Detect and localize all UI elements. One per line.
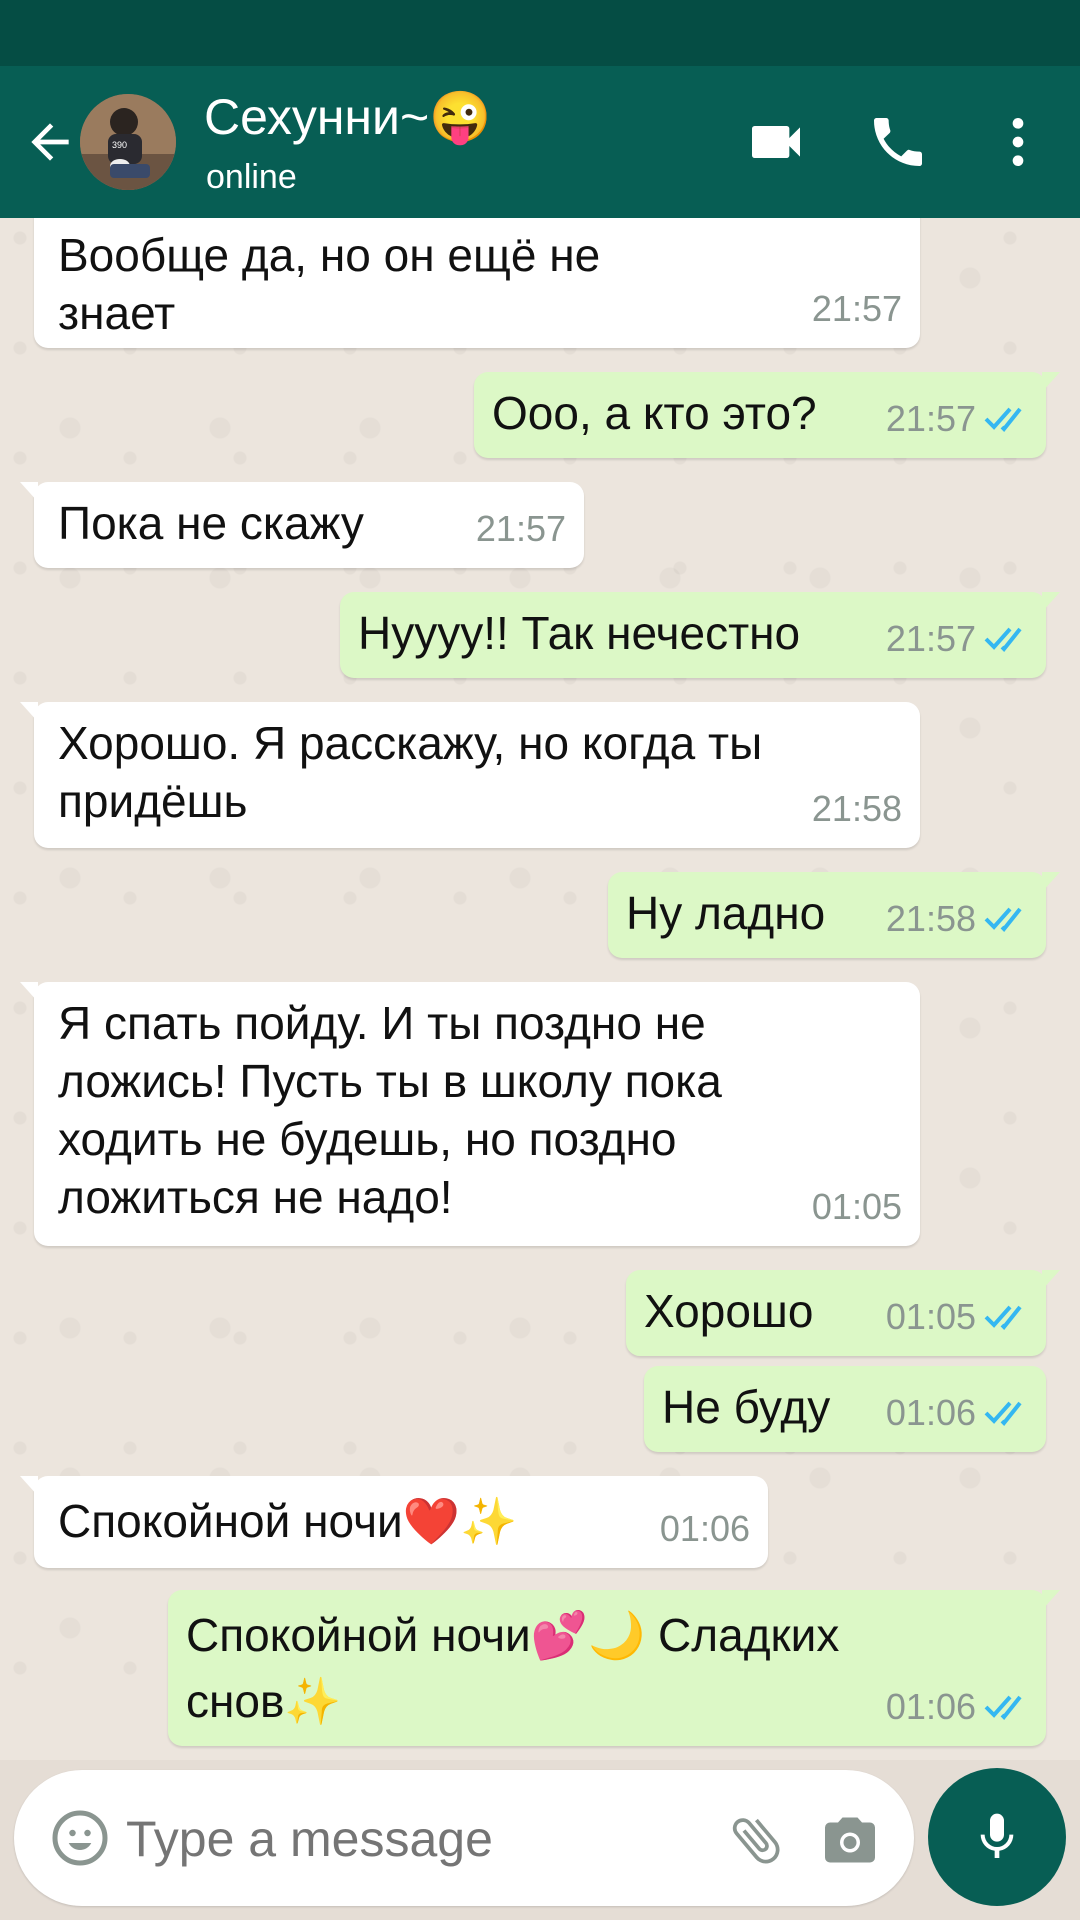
message-composer[interactable] (14, 1770, 914, 1906)
bubble-tail (1042, 872, 1060, 892)
message-time: 21:57 (811, 288, 902, 329)
attach-icon[interactable] (726, 1810, 786, 1870)
message-text: Хорошо. Я расскажу, но когда ты придёшь (58, 717, 763, 827)
more-vert-icon[interactable] (986, 110, 1050, 174)
message-meta: 21:57 (886, 610, 1028, 668)
message-list[interactable]: Вообще да, но он ещё не знает 21:57 Ооо,… (0, 218, 1080, 1760)
message-meta: 01:06 (886, 1384, 1028, 1442)
emoji-icon[interactable] (50, 1808, 110, 1868)
bubble-tail (1042, 372, 1060, 392)
message-text: Я спать пойду. И ты поздно не ложись! Пу… (58, 997, 722, 1223)
message-text: Ооо, а кто это? (492, 387, 817, 439)
message-text: Не буду (662, 1381, 831, 1433)
message-time: 01:06 (885, 1686, 976, 1727)
double-tick-icon (984, 1401, 1022, 1426)
avatar-photo: 390 (80, 94, 176, 190)
message-incoming[interactable]: Пока не скажу 21:57 (20, 482, 584, 568)
message-input[interactable] (124, 1800, 688, 1878)
message-outgoing[interactable]: Спокойной ночи💕🌙 Сладких снов✨ 01:06 (168, 1590, 1060, 1746)
bubble-tail (20, 1476, 38, 1496)
message-text: Пока не скажу (58, 497, 364, 549)
message-incoming[interactable]: Хорошо. Я расскажу, но когда ты придёшь … (20, 702, 920, 848)
message-meta: 01:06 (886, 1678, 1028, 1736)
message-meta: 21:58 (886, 890, 1028, 948)
avatar[interactable]: 390 (80, 94, 176, 190)
message-time: 21:57 (885, 398, 976, 439)
message-time: 01:06 (885, 1392, 976, 1433)
mic-icon (980, 1813, 1014, 1858)
mic-button[interactable] (928, 1768, 1066, 1906)
phone-icon[interactable] (866, 110, 930, 174)
message-text: Хорошо (644, 1285, 814, 1337)
bubble-tail (1042, 1270, 1060, 1290)
message-time: 21:57 (885, 618, 976, 659)
message-meta: 01:05 (812, 1178, 902, 1236)
message-meta: 21:57 (886, 390, 1028, 448)
double-tick-icon (984, 1695, 1022, 1720)
message-meta: 21:58 (812, 780, 902, 838)
message-incoming[interactable]: Вообще да, но он ещё не знает 21:57 (34, 218, 920, 348)
double-tick-icon (984, 1305, 1022, 1330)
message-time: 21:57 (475, 508, 566, 549)
message-text: Нуууу!! Так нечестно (358, 607, 801, 659)
avatar-shirt-text: 390 (112, 140, 127, 150)
message-meta: 21:57 (476, 500, 566, 558)
status-bar (0, 0, 1080, 66)
contact-name[interactable]: Сехунни~😜 (204, 88, 491, 147)
message-text: Спокойной ночи💕🌙 Сладких снов✨ (186, 1609, 840, 1727)
message-text: Спокойной ночи❤️✨ (58, 1495, 518, 1547)
message-meta: 01:06 (660, 1500, 750, 1558)
message-meta: 01:05 (886, 1288, 1028, 1346)
message-time: 01:06 (659, 1508, 750, 1549)
bubble-tail (20, 702, 38, 722)
message-time: 01:05 (811, 1186, 902, 1227)
chat-header: 390 Сехунни~😜 online (0, 66, 1080, 218)
message-text: Ну ладно (626, 887, 826, 939)
message-outgoing[interactable]: Хорошо 01:05 (626, 1270, 1060, 1356)
double-tick-icon (984, 907, 1022, 932)
message-time: 21:58 (811, 788, 902, 829)
message-incoming[interactable]: Я спать пойду. И ты поздно не ложись! Пу… (20, 982, 920, 1246)
video-call-icon[interactable] (744, 110, 808, 174)
double-tick-icon (984, 407, 1022, 432)
message-incoming[interactable]: Спокойной ночи❤️✨ 01:06 (20, 1476, 768, 1568)
message-text: Вообще да, но он ещё не знает (58, 229, 601, 339)
message-time: 21:58 (885, 898, 976, 939)
double-tick-icon (984, 627, 1022, 652)
bubble-tail (1042, 1590, 1060, 1610)
message-outgoing[interactable]: Ооо, а кто это? 21:57 (474, 372, 1060, 458)
message-meta: 21:57 (812, 280, 902, 338)
message-time: 01:05 (885, 1296, 976, 1337)
message-outgoing[interactable]: Нуууу!! Так нечестно 21:57 (340, 592, 1060, 678)
bubble-tail (20, 982, 38, 1002)
camera-icon[interactable] (820, 1810, 880, 1870)
message-outgoing[interactable]: Не буду 01:06 (644, 1366, 1046, 1452)
back-arrow-icon[interactable] (22, 114, 78, 170)
bubble-tail (20, 482, 38, 502)
bubble-tail (1042, 592, 1060, 612)
contact-status: online (206, 158, 297, 196)
message-outgoing[interactable]: Ну ладно 21:58 (608, 872, 1060, 958)
